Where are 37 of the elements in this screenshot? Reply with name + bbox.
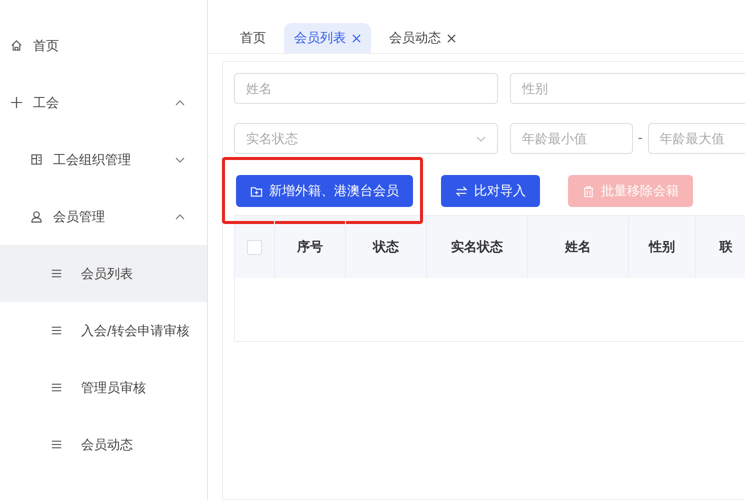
folder-plus-icon (250, 184, 263, 198)
column-header: 序号 (297, 238, 323, 256)
action-button[interactable]: 比对导入 (441, 175, 540, 207)
trash-icon (582, 184, 595, 198)
close-icon[interactable] (447, 34, 456, 42)
swap-icon (455, 184, 468, 198)
chevron-icon (175, 100, 185, 106)
chevron-icon (175, 156, 185, 162)
action-button[interactable]: 新增外籍、港澳台会员 (236, 175, 413, 207)
column-header: 姓名 (565, 239, 591, 256)
tab[interactable]: 会员动态 (379, 23, 466, 53)
user-icon (30, 210, 43, 223)
close-icon[interactable] (352, 34, 361, 42)
column-header: 联 (720, 239, 732, 256)
tab[interactable]: 首页 (230, 23, 276, 53)
plus-icon (10, 96, 23, 109)
sidebar-item[interactable]: 会员列表 (0, 245, 207, 302)
sidebar-item[interactable]: 会员管理 (0, 188, 207, 245)
sidebar-item[interactable]: 会员动态 (0, 416, 207, 473)
sidebar-item[interactable]: 工会 (0, 74, 207, 131)
chevron-icon (476, 136, 486, 142)
range-separator: - (638, 131, 643, 146)
select-all-checkbox[interactable] (247, 240, 262, 254)
column-header: 性别 (649, 239, 675, 256)
menu-icon (50, 324, 63, 337)
tab[interactable]: 会员列表 (284, 23, 371, 53)
menu-icon (50, 267, 63, 280)
sidebar-item[interactable]: 工会组织管理 (0, 131, 207, 188)
menu-icon (50, 438, 63, 451)
menu-icon (50, 381, 63, 394)
chevron-icon (175, 214, 185, 220)
column-header: 状态 (373, 239, 399, 256)
sidebar-item[interactable]: 首页 (0, 17, 207, 74)
sidebar-item[interactable]: 管理员审核 (0, 359, 207, 416)
sidebar-item[interactable]: 入会/转会申请审核 (0, 302, 207, 359)
column-header: 实名状态 (451, 238, 503, 256)
home-icon (10, 39, 23, 52)
